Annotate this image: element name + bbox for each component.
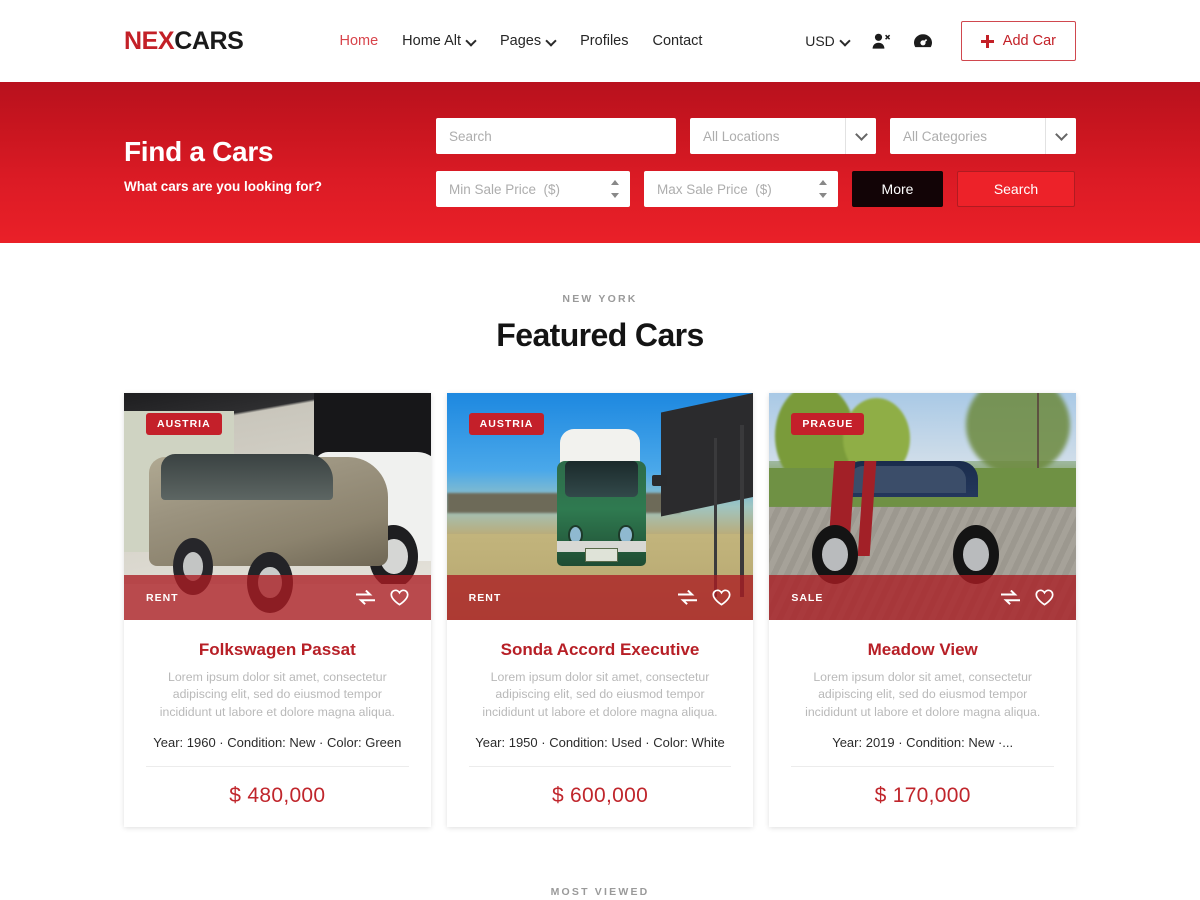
car-description: Lorem ipsum dolor sit amet, consectetur … <box>482 670 718 719</box>
status-badge: SALE <box>791 591 824 604</box>
car-card-body: Meadow View Lorem ipsum dolor sit amet, … <box>769 620 1076 750</box>
nav-item-home[interactable]: Home <box>339 33 378 49</box>
plus-icon <box>980 34 994 48</box>
nav-label: Contact <box>652 33 703 49</box>
car-card-body: Folkswagen Passat Lorem ipsum dolor sit … <box>124 620 431 750</box>
car-meta: Year: 1950 · Condition: Used · Color: Wh… <box>475 735 725 751</box>
site-header: NEXCARS Home Home Alt Pages Profiles Con… <box>0 0 1200 82</box>
nav-item-contact[interactable]: Contact <box>652 33 702 49</box>
car-meta: Year: 2019 · Condition: New ·... <box>832 735 1014 751</box>
search-submit-button[interactable]: Search <box>957 171 1075 207</box>
site-logo[interactable]: NEXCARS <box>124 26 244 56</box>
car-meta: Year: 1960 · Condition: New · Color: Gre… <box>153 735 402 751</box>
car-card-body: Sonda Accord Executive Lorem ipsum dolor… <box>447 620 754 750</box>
car-description: Lorem ipsum dolor sit amet, consectetur … <box>159 670 395 719</box>
car-card-footer: $ 170,000 <box>791 766 1055 827</box>
heart-icon[interactable] <box>712 589 731 606</box>
car-card-footer: $ 600,000 <box>468 766 732 827</box>
car-card-ribbon: RENT <box>446 575 754 620</box>
search-form-row-2: More Search <box>436 171 1076 207</box>
max-price-input[interactable] <box>644 171 838 207</box>
compare-arrows-icon[interactable] <box>355 590 375 605</box>
max-price-field <box>644 171 838 207</box>
nav-label: Profiles <box>580 33 629 49</box>
add-car-label: Add Car <box>1002 33 1056 49</box>
featured-eyebrow: NEW YORK <box>562 293 638 305</box>
currency-selector[interactable]: USD <box>805 33 850 49</box>
categories-select-value: All Categories <box>903 128 988 144</box>
header-actions: USD Add Car <box>805 21 1076 61</box>
hero-search-section: Find a Cars What cars are you looking fo… <box>0 82 1200 243</box>
popular-eyebrow: MOST VIEWED <box>550 886 650 899</box>
min-price-stepper[interactable] <box>609 180 621 198</box>
heart-icon[interactable] <box>390 589 409 606</box>
car-price: $ 600,000 <box>551 784 649 808</box>
car-card-media: AUSTRIA RENT <box>124 393 431 620</box>
main-navigation: Home Home Alt Pages Profiles Contact <box>339 33 702 49</box>
car-card[interactable]: AUSTRIA RENT <box>446 393 754 828</box>
car-description: Lorem ipsum dolor sit amet, consectetur … <box>805 670 1041 719</box>
popular-section-heading: MOST VIEWED Popular Car Types <box>0 886 1200 900</box>
popular-car-types-section: MOST VIEWED Popular Car Types <box>0 827 1200 900</box>
featured-section-heading: NEW YORK Featured Cars <box>0 293 1200 354</box>
chevron-down-icon <box>467 36 476 45</box>
location-badge: AUSTRIA <box>146 413 222 435</box>
categories-select[interactable]: All Categories <box>890 118 1076 154</box>
nav-label: Home Alt <box>402 33 461 49</box>
search-input[interactable] <box>436 118 676 154</box>
locations-select[interactable]: All Locations <box>690 118 876 154</box>
card-actions <box>678 589 731 606</box>
add-car-button[interactable]: Add Car <box>960 21 1076 61</box>
nav-label: Pages <box>500 33 542 49</box>
car-card-ribbon: RENT <box>124 575 431 620</box>
car-price: $ 170,000 <box>874 784 971 808</box>
chevron-down-icon[interactable] <box>845 118 876 154</box>
currency-label: USD <box>805 33 835 49</box>
search-form: All Locations All Categories <box>436 118 1076 207</box>
compare-arrows-icon[interactable] <box>1001 590 1021 605</box>
card-actions <box>355 589 409 606</box>
featured-cards-grid: AUSTRIA RENT Folkswagen Passat Lorem ips… <box>0 354 1200 828</box>
status-badge: RENT <box>468 591 502 604</box>
dashboard-speedometer-icon[interactable] <box>913 33 933 49</box>
status-badge: RENT <box>146 591 179 604</box>
nav-item-pages[interactable]: Pages <box>500 33 556 49</box>
car-price: $ 480,000 <box>229 784 326 808</box>
car-title[interactable]: Sonda Accord Executive <box>469 640 732 660</box>
min-price-input[interactable] <box>436 171 630 207</box>
car-card[interactable]: AUSTRIA RENT <box>124 393 431 828</box>
car-title[interactable]: Folkswagen Passat <box>146 640 409 660</box>
chevron-down-icon[interactable] <box>1045 118 1076 154</box>
user-remove-icon[interactable] <box>872 33 891 50</box>
logo-text-primary: NEX <box>124 26 175 55</box>
hero-title: Find a Cars <box>124 135 274 167</box>
featured-title: Featured Cars <box>496 317 704 353</box>
location-badge: PRAGUE <box>791 413 865 435</box>
car-card-media: AUSTRIA RENT <box>446 393 754 620</box>
nav-item-profiles[interactable]: Profiles <box>580 33 628 49</box>
nav-label: Home <box>339 33 379 49</box>
car-card-media: PRAGUE SALE <box>769 393 1077 620</box>
car-title[interactable]: Meadow View <box>791 640 1054 660</box>
search-form-row-1: All Locations All Categories <box>436 118 1076 154</box>
more-filters-button[interactable]: More <box>852 171 943 207</box>
chevron-down-icon <box>841 36 850 45</box>
heart-icon[interactable] <box>1035 589 1054 606</box>
compare-arrows-icon[interactable] <box>678 590 698 605</box>
location-badge: AUSTRIA <box>468 413 545 435</box>
max-price-stepper[interactable] <box>817 180 829 198</box>
chevron-down-icon <box>547 36 556 45</box>
nav-item-home-alt[interactable]: Home Alt <box>402 33 476 49</box>
car-card-footer: $ 480,000 <box>146 766 409 827</box>
logo-text-secondary: CARS <box>174 26 244 55</box>
car-card-ribbon: SALE <box>769 575 1077 620</box>
featured-cars-section: NEW YORK Featured Cars AUSTRIA RENT Folk… <box>0 243 1200 828</box>
car-card[interactable]: PRAGUE SALE Meadow View Lorem ipsum dolo… <box>769 393 1077 828</box>
locations-select-value: All Locations <box>703 128 780 144</box>
min-price-field <box>436 171 630 207</box>
card-actions <box>1001 589 1054 606</box>
hero-subtitle: What cars are you looking for? <box>124 178 323 194</box>
hero-heading-block: Find a Cars What cars are you looking fo… <box>124 132 436 194</box>
